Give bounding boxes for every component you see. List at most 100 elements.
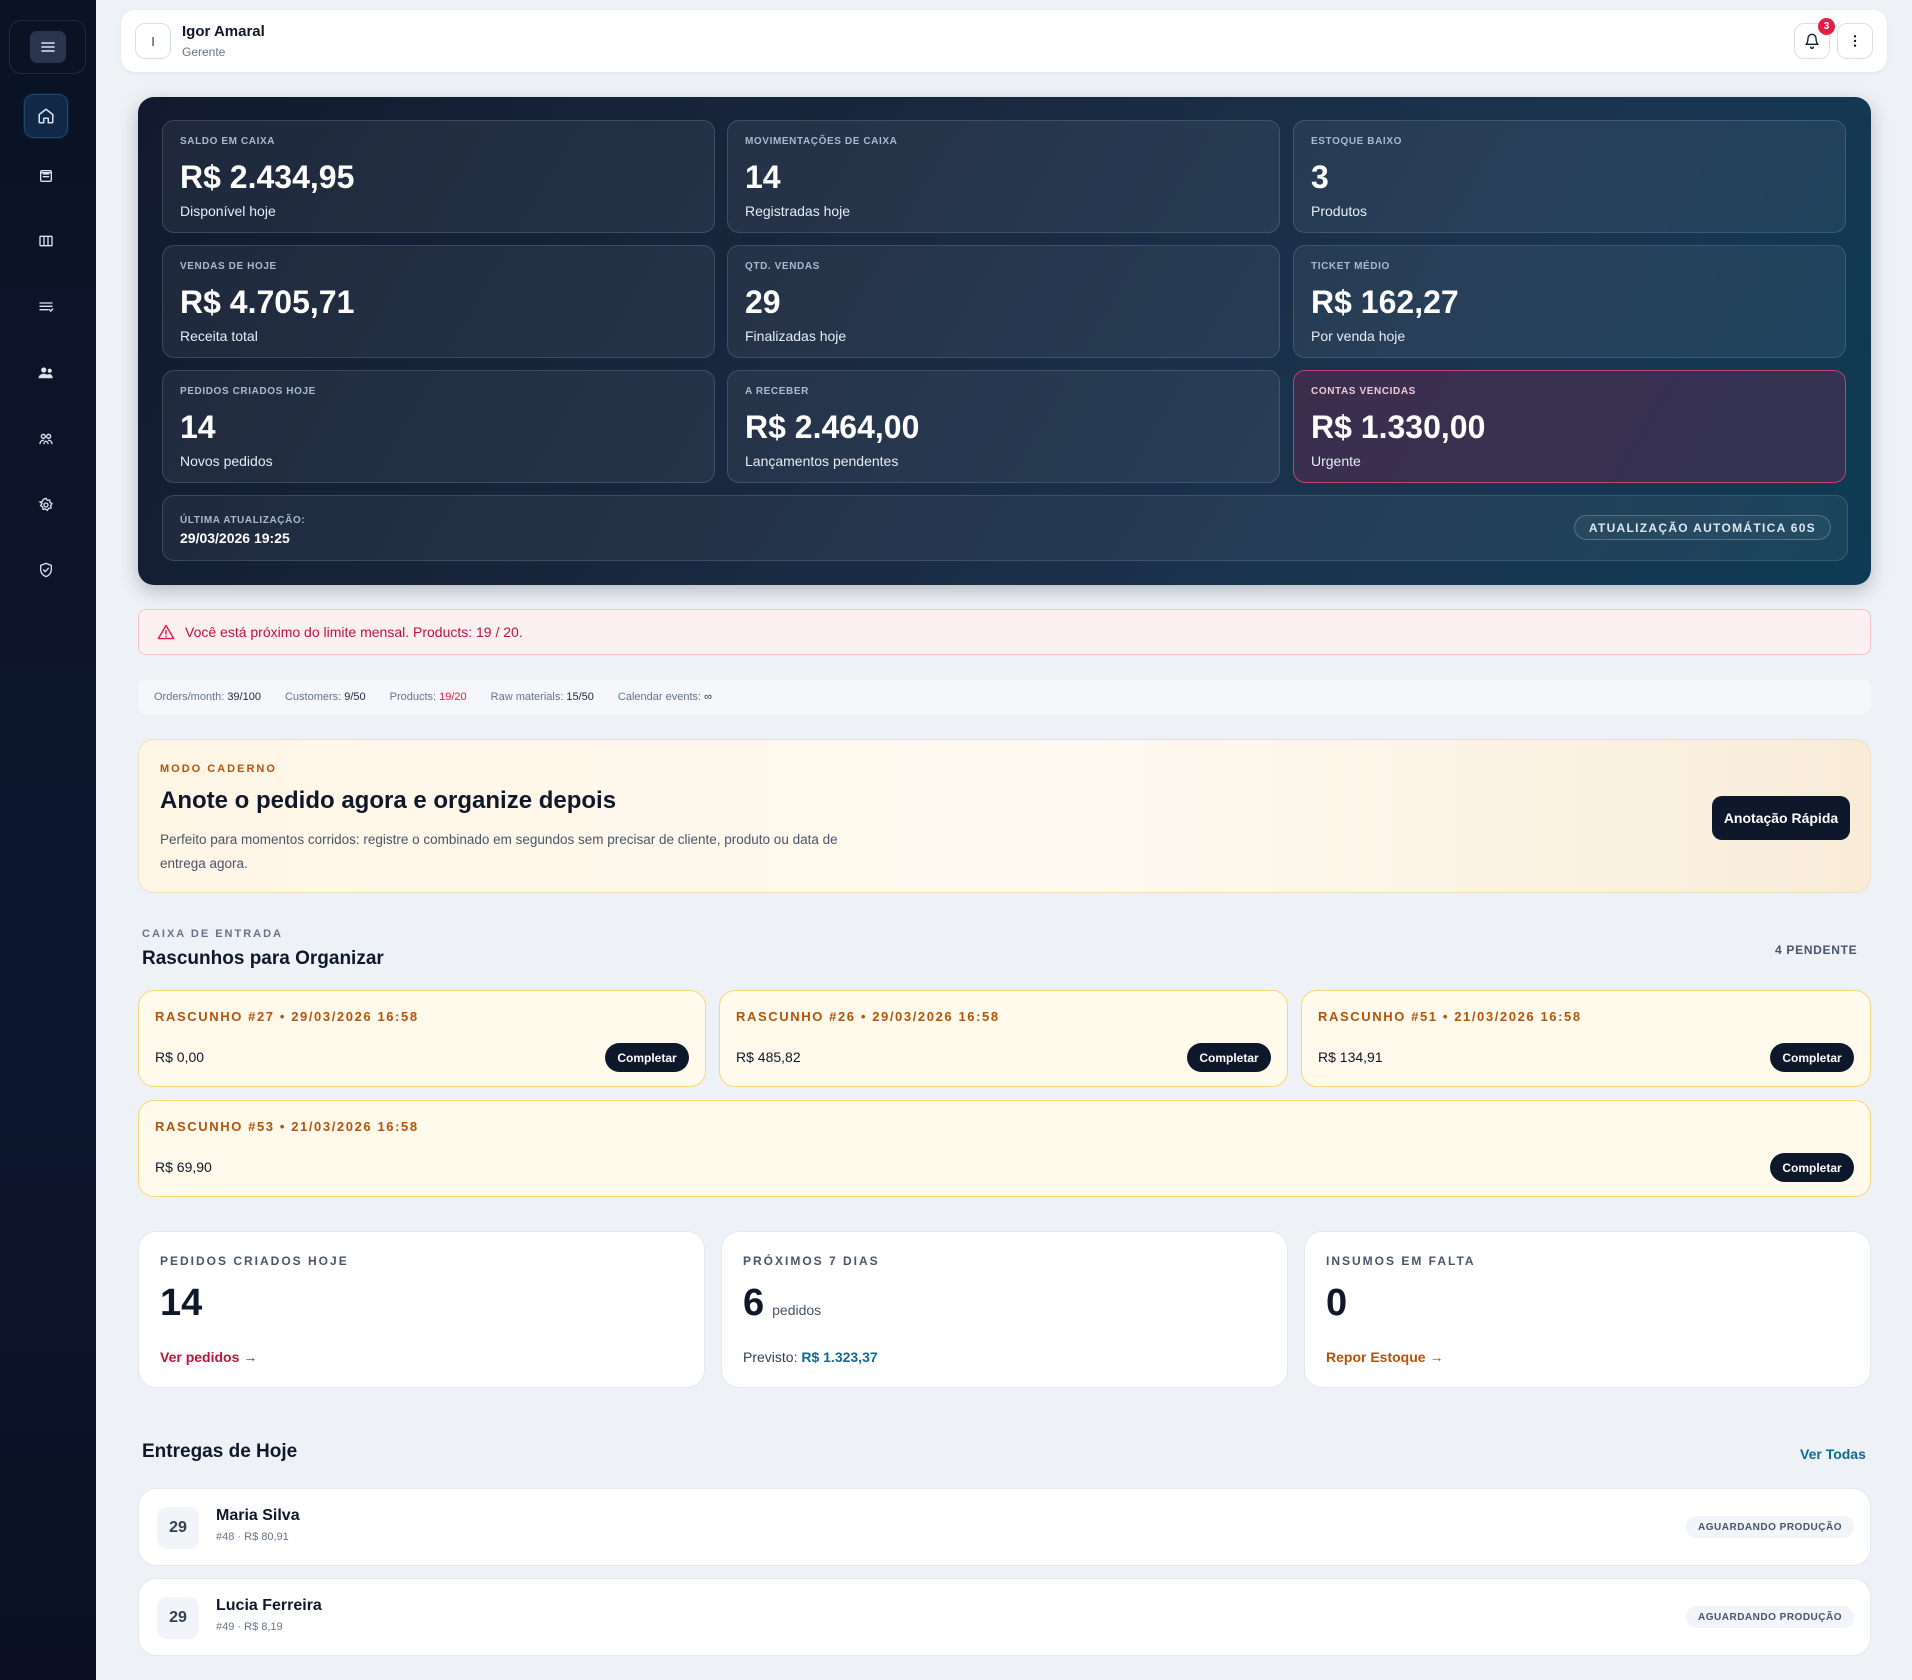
limit-calendar-events: Calendar events: ∞ xyxy=(618,691,712,703)
sidebar-item-catalog[interactable] xyxy=(24,219,68,263)
delivery-row[interactable]: 29 Maria Silva #48 · R$ 80,91 AGUARDANDO… xyxy=(138,1488,1871,1566)
kpi-receivables: A RECEBER R$ 2.464,00 Lançamentos penden… xyxy=(727,370,1280,483)
stat-value: 6 pedidos xyxy=(743,1282,821,1325)
kpi-label: CONTAS VENCIDAS xyxy=(1311,386,1416,397)
notification-count-badge: 3 xyxy=(1818,18,1835,35)
notebook-mode-card: MODO CADERNO Anote o pedido agora e orga… xyxy=(138,739,1871,893)
kpi-sub: Produtos xyxy=(1311,203,1368,219)
more-vertical-icon xyxy=(1853,35,1857,47)
stat-missing-supplies: INSUMOS EM FALTA 0 Repor Estoque → xyxy=(1304,1231,1871,1388)
stat-orders-created-today: PEDIDOS CRIADOS HOJE 14 Ver pedidos → xyxy=(138,1231,705,1388)
quick-note-button[interactable]: Anotação Rápida xyxy=(1712,796,1850,840)
hamburger-icon xyxy=(29,31,66,63)
limit-label: Calendar events: xyxy=(617,691,702,703)
view-orders-link[interactable]: Ver pedidos → xyxy=(160,1349,257,1365)
draft-amount: R$ 0,00 xyxy=(155,1049,205,1065)
kpi-label: SALDO EM CAIXA xyxy=(180,136,276,147)
more-options-button[interactable] xyxy=(1837,23,1873,59)
sidebar-item-orders[interactable] xyxy=(24,154,68,198)
home-icon xyxy=(38,108,54,124)
kpi-value: 3 xyxy=(1311,159,1329,195)
auto-refresh-badge: ATUALIZAÇÃO AUTOMÁTICA 60S xyxy=(1573,515,1831,540)
complete-draft-button[interactable]: Completar xyxy=(1770,1043,1854,1072)
delivery-day: 29 xyxy=(157,1507,199,1549)
last-update-label: ÚLTIMA ATUALIZAÇÃO: xyxy=(180,515,306,526)
limit-value: 9/50 xyxy=(344,691,366,703)
last-update-bar: ÚLTIMA ATUALIZAÇÃO: 29/03/2026 19:25 ATU… xyxy=(162,495,1848,561)
view-all-link[interactable]: Ver Todas xyxy=(1800,1446,1866,1462)
kpi-value: 29 xyxy=(745,284,781,320)
stat-next-7-days: PRÓXIMOS 7 DIAS 6 pedidos Previsto: R$ 1.… xyxy=(721,1231,1288,1388)
kpi-sub: Disponível hoje xyxy=(180,203,276,219)
draft-title: RASCUNHO #53 • 21/03/2026 16:58 xyxy=(155,1119,419,1134)
notebook-description: Perfeito para momentos corridos: registr… xyxy=(160,832,838,871)
users-icon xyxy=(38,367,53,379)
limit-orders: Orders/month: 39/100 xyxy=(154,691,261,703)
sidebar-item-team[interactable] xyxy=(24,417,68,461)
avatar[interactable]: I xyxy=(135,23,171,59)
limit-value: 39/100 xyxy=(227,691,261,703)
restock-link[interactable]: Repor Estoque → xyxy=(1326,1349,1443,1365)
kpi-value: R$ 2.434,95 xyxy=(180,159,355,195)
status-badge: AGUARDANDO PRODUÇÃO xyxy=(1686,1606,1854,1628)
status-badge: AGUARDANDO PRODUÇÃO xyxy=(1686,1516,1854,1538)
shield-icon xyxy=(40,562,52,578)
forecast-label: Previsto: xyxy=(743,1349,798,1365)
user-role: Gerente xyxy=(182,45,226,59)
deliveries-title: Entregas de Hoje xyxy=(142,1441,298,1462)
complete-draft-button[interactable]: Completar xyxy=(605,1043,689,1072)
delivery-day: 29 xyxy=(157,1597,199,1639)
stat-value: 0 xyxy=(1326,1282,1347,1325)
sidebar-item-security[interactable] xyxy=(24,548,68,592)
stat-label: INSUMOS EM FALTA xyxy=(1326,1254,1476,1268)
sidebar-item-settings[interactable] xyxy=(24,483,68,527)
complete-draft-button[interactable]: Completar xyxy=(1770,1153,1854,1182)
stat-number: 0 xyxy=(1326,1282,1348,1324)
draft-card: RASCUNHO #27 • 29/03/2026 16:58 R$ 0,00 … xyxy=(138,990,706,1087)
receipt-icon xyxy=(40,170,52,182)
bell-icon xyxy=(1805,33,1819,49)
kpi-sales-count: QTD. VENDAS 29 Finalizadas hoje xyxy=(727,245,1280,358)
kpi-sub: Novos pedidos xyxy=(180,453,273,469)
stat-number: 6 xyxy=(743,1282,765,1324)
kpi-value: R$ 4.705,71 xyxy=(180,284,355,320)
stat-label: PEDIDOS CRIADOS HOJE xyxy=(160,1254,349,1268)
stat-value: 14 xyxy=(160,1282,202,1325)
stat-number: 14 xyxy=(160,1282,203,1324)
list-icon xyxy=(39,302,54,312)
team-icon xyxy=(39,433,53,445)
sidebar-item-customers[interactable] xyxy=(24,351,68,395)
last-update-value: 29/03/2026 19:25 xyxy=(180,530,290,546)
limit-raw-materials: Raw materials: 15/50 xyxy=(491,691,594,703)
kpi-sub: Lançamentos pendentes xyxy=(745,453,899,469)
columns-icon xyxy=(39,235,53,247)
kpi-cash-movements: MOVIMENTAÇÕES DE CAIXA 14 Registradas ho… xyxy=(727,120,1280,233)
kpi-label: QTD. VENDAS xyxy=(745,261,820,272)
notifications-button[interactable]: 3 xyxy=(1794,18,1835,59)
kpi-label: TICKET MÉDIO xyxy=(1311,261,1390,272)
kpi-sub: Por venda hoje xyxy=(1311,328,1406,344)
limit-label: Orders/month: xyxy=(154,691,225,703)
limit-products: Products: 19/20 xyxy=(390,691,467,703)
sidebar-item-lists[interactable] xyxy=(24,285,68,329)
kpi-value: R$ 1.330,00 xyxy=(1311,409,1486,445)
kpi-label: ESTOQUE BAIXO xyxy=(1311,136,1402,147)
sidebar-item-home[interactable] xyxy=(24,94,68,138)
complete-draft-button[interactable]: Completar xyxy=(1187,1043,1271,1072)
draft-title: RASCUNHO #27 • 29/03/2026 16:58 xyxy=(155,1009,419,1024)
delivery-row[interactable]: 29 Lucia Ferreira #49 · R$ 8,19 AGUARDAN… xyxy=(138,1578,1871,1656)
gear-icon xyxy=(38,497,53,512)
forecast-value: R$ 1.323,37 xyxy=(801,1349,878,1365)
kpi-sub: Registradas hoje xyxy=(745,203,851,219)
delivery-customer: Lucia Ferreira xyxy=(216,1597,322,1614)
kpi-label: VENDAS DE HOJE xyxy=(180,261,277,272)
warning-icon xyxy=(157,624,175,640)
menu-toggle[interactable] xyxy=(9,20,86,74)
limit-value: 15/50 xyxy=(566,691,594,703)
inbox-eyebrow: CAIXA DE ENTRADA xyxy=(142,928,283,940)
kpi-panel: SALDO EM CAIXA R$ 2.434,95 Disponível ho… xyxy=(138,97,1871,585)
plan-limits-bar: Orders/month: 39/100 Customers: 9/50 Produ… xyxy=(138,680,1871,714)
stat-unit: pedidos xyxy=(772,1302,822,1318)
draft-title: RASCUNHO #51 • 21/03/2026 16:58 xyxy=(1318,1009,1582,1024)
draft-amount: R$ 69,90 xyxy=(155,1159,212,1175)
